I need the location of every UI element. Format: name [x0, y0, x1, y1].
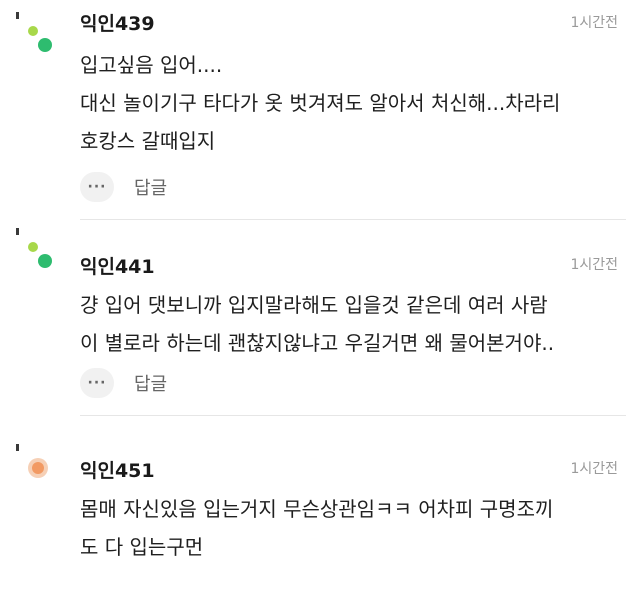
comment-line: 걍 입어 댓보니까 입지말라해도 입을것 같은데 여러 사람 — [80, 293, 548, 317]
more-options-button[interactable]: ··· — [80, 172, 114, 202]
green-dots-avatar-icon[interactable] — [14, 12, 58, 62]
reply-button[interactable]: 답글 — [134, 370, 167, 396]
orange-circle-avatar-icon[interactable] — [14, 444, 58, 494]
more-options-button[interactable]: ··· — [80, 368, 114, 398]
comment-body: 입고싶음 입어.... 대신 놀이기구 타다가 옷 벗겨져도 알아서 처신해..… — [80, 46, 625, 160]
comment-actions: ··· 답글 — [80, 172, 167, 202]
comment-author[interactable]: 익인441 — [80, 252, 155, 279]
comment-timestamp: 1시간전 — [570, 257, 618, 273]
comment-body: 걍 입어 댓보니까 입지말라해도 입을것 같은데 여러 사람 이 별로라 하는데… — [80, 286, 625, 362]
comment-author[interactable]: 익인439 — [80, 9, 155, 36]
comment-line: 입고싶음 입어.... — [80, 53, 223, 77]
comment-timestamp: 1시간전 — [570, 15, 618, 31]
comment-item: 익인451 1시간전 몸매 자신있음 입는거지 무슨상관임ㅋㅋ 어차피 구명조끼… — [0, 416, 640, 566]
comment-line: 이 별로라 하는데 괜찮지않냐고 우길거면 왜 물어본거야.. — [80, 331, 555, 355]
comment-author[interactable]: 익인451 — [80, 456, 155, 483]
comment-line: 호캉스 갈때입지 — [80, 129, 216, 153]
comment-item: 익인439 1시간전 입고싶음 입어.... 대신 놀이기구 타다가 옷 벗겨져… — [0, 0, 640, 220]
comment-line: 몸매 자신있음 입는거지 무슨상관임ㅋㅋ 어차피 구명조끼 — [80, 497, 554, 521]
comment-line: 도 다 입는구먼 — [80, 535, 204, 559]
comment-list: 익인439 1시간전 입고싶음 입어.... 대신 놀이기구 타다가 옷 벗겨져… — [0, 0, 640, 566]
comment-timestamp: 1시간전 — [570, 461, 618, 477]
reply-button[interactable]: 답글 — [134, 174, 167, 200]
comment-actions: ··· 답글 — [80, 368, 167, 398]
comment-line: 대신 놀이기구 타다가 옷 벗겨져도 알아서 처신해...차라리 — [80, 91, 561, 115]
comment-body: 몸매 자신있음 입는거지 무슨상관임ㅋㅋ 어차피 구명조끼 도 다 입는구먼 — [80, 490, 625, 566]
comment-item: 익인441 1시간전 걍 입어 댓보니까 입지말라해도 입을것 같은데 여러 사… — [0, 220, 640, 416]
green-dots-avatar-icon[interactable] — [14, 228, 58, 278]
